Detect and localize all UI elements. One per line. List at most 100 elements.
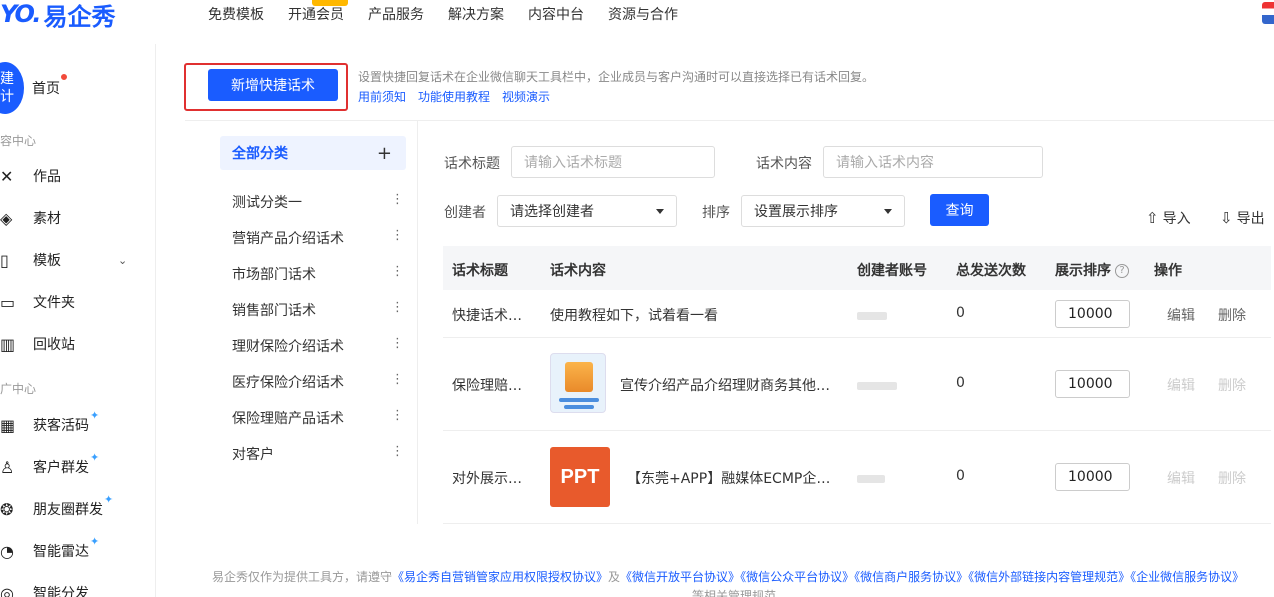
footer-text: 易企秀仅作为提供工具方，请遵守 [212, 570, 393, 584]
add-category-icon[interactable]: + [377, 143, 392, 164]
query-button[interactable]: 查询 [930, 194, 989, 226]
sidebar-item-materials[interactable]: ◈ 素材 [0, 206, 156, 230]
sidebar-item-label: 获客活码 [33, 418, 89, 434]
nav-solutions[interactable]: 解决方案 [448, 4, 504, 24]
thumbnail-bar [559, 398, 599, 402]
create-design-button[interactable]: 建 计 [0, 62, 24, 114]
sort-select[interactable]: 设置展示排序 [741, 195, 905, 227]
link-video-demo[interactable]: 视频演示 [502, 88, 550, 105]
creator-filter-label: 创建者 [444, 205, 486, 221]
add-quick-script-button[interactable]: 新增快捷话术 [208, 69, 338, 101]
more-icon[interactable]: ⋮ [391, 228, 404, 243]
category-item[interactable]: 市场部门话术 ⋮ [232, 264, 404, 284]
sidebar-item-works[interactable]: ✕ 作品 [0, 164, 156, 188]
category-item[interactable]: 保险理赔产品话术 ⋮ [232, 408, 404, 428]
main-nav: 免费模板 开通会员 产品服务 解决方案 内容中台 资源与合作 [208, 0, 678, 24]
section-label-promotion: 广中心 [0, 382, 37, 396]
import-button[interactable]: ⇧ 导入 [1146, 208, 1191, 228]
cell-count: 0 [956, 468, 965, 484]
more-icon[interactable]: ⋮ [391, 372, 404, 387]
title-search-input[interactable]: 请输入话术标题 [511, 146, 715, 178]
category-item[interactable]: 对客户 ⋮ [232, 444, 404, 464]
category-item-label: 测试分类一 [232, 195, 302, 211]
content-search-input[interactable]: 请输入话术内容 [823, 146, 1043, 178]
category-all[interactable]: 全部分类 + [220, 136, 406, 170]
more-icon[interactable]: ⋮ [391, 408, 404, 423]
sidebar-item-smart-radar[interactable]: ◔ 智能雷达 ✦ [0, 535, 156, 563]
sidebar-item-label: 朋友圈群发 [33, 502, 103, 518]
creator-select[interactable]: 请选择创建者 [497, 195, 677, 227]
sidebar-item-home[interactable]: 首页 [32, 78, 60, 98]
sidebar-item-label: 模板 [33, 253, 61, 269]
sidebar-item-smart-distribute[interactable]: ◎ 智能分发 [0, 581, 156, 597]
sidebar-item-recycle[interactable]: ▥ 回收站 [0, 332, 156, 356]
edit-button[interactable]: 编辑 [1167, 468, 1195, 488]
category-item[interactable]: 测试分类一 ⋮ [232, 192, 404, 212]
more-icon[interactable]: ⋮ [391, 192, 404, 207]
category-item-label: 销售部门话术 [232, 303, 316, 319]
help-icon[interactable]: ? [1115, 264, 1129, 278]
page-description: 设置快捷回复话术在企业微信聊天工具栏中，企业成员与客户沟通时可以直接选择已有话术… [358, 70, 875, 84]
category-item[interactable]: 医疗保险介绍话术 ⋮ [232, 372, 404, 392]
more-icon[interactable]: ⋮ [391, 444, 404, 459]
sidebar-item-folder[interactable]: ▭ 文件夹 [0, 290, 156, 314]
user-group-icon: ♙ [0, 457, 15, 477]
footer-link[interactable]: 《微信商户服务协议》 [854, 570, 968, 584]
sidebar-item-lead-qrcode[interactable]: ▦ 获客活码 ✦ [0, 409, 156, 437]
nav-content-center[interactable]: 内容中台 [528, 4, 584, 24]
sidebar-item-templates[interactable]: ▯ 模板 ⌄ [0, 248, 156, 272]
cell-content: 宣传介绍产品介绍理财商务其他… [620, 378, 830, 394]
section-label-content: 容中心 [0, 134, 37, 148]
table-row: 对外展示… PPT 【东莞+APP】融媒体ECMP企… 0 10000 编辑 删… [443, 431, 1271, 524]
works-icon: ✕ [0, 166, 14, 186]
title-filter-label: 话术标题 [444, 156, 500, 172]
folder-icon: ▭ [0, 292, 16, 312]
footer-link[interactable]: 《微信开放平台协议》 [620, 570, 740, 584]
edit-button[interactable]: 编辑 [1167, 375, 1195, 395]
delete-button[interactable]: 删除 [1218, 305, 1246, 325]
footer-link[interactable]: 《易企秀自营销管家应用权限授权协议》 [392, 570, 608, 584]
sidebar-item-customer-broadcast[interactable]: ♙ 客户群发 ✦ [0, 451, 156, 479]
radar-icon: ◔ [0, 541, 14, 561]
delete-button[interactable]: 删除 [1218, 468, 1246, 488]
link-usage-notes[interactable]: 用前须知 [358, 88, 406, 105]
category-item-label: 理财保险介绍话术 [232, 339, 344, 355]
sort-input[interactable]: 10000 [1055, 370, 1130, 398]
sidebar-item-label: 智能雷达 [33, 544, 89, 560]
nav-products[interactable]: 产品服务 [368, 4, 424, 24]
link-tutorial[interactable]: 功能使用教程 [418, 88, 490, 105]
more-icon[interactable]: ⋮ [391, 264, 404, 279]
column-header: 总发送次数 [956, 263, 1026, 279]
logo-text: 易企秀 [43, 2, 116, 31]
moments-icon: ❂ [0, 499, 14, 519]
nav-membership[interactable]: 开通会员 [288, 0, 348, 24]
more-icon[interactable]: ⋮ [391, 300, 404, 315]
category-item[interactable]: 理财保险介绍话术 ⋮ [232, 336, 404, 356]
footer-link[interactable]: 《微信外部链接内容管理规范》 [968, 570, 1130, 584]
user-avatar[interactable] [1262, 2, 1274, 24]
table-header: 话术标题 话术内容 创建者账号 总发送次数 展示排序? 操作 [443, 246, 1271, 290]
help-links: 用前须知 功能使用教程 视频演示 [358, 88, 550, 105]
footer-link[interactable]: 《企业微信服务协议》 [1130, 570, 1244, 584]
sort-input[interactable]: 10000 [1055, 300, 1130, 328]
cell-content: 【东莞+APP】融媒体ECMP企… [627, 471, 831, 487]
sidebar-item-moments-broadcast[interactable]: ❂ 朋友圈群发 ✦ [0, 493, 156, 521]
category-item-label: 医疗保险介绍话术 [232, 375, 344, 391]
nav-resources[interactable]: 资源与合作 [608, 4, 678, 24]
edit-button[interactable]: 编辑 [1167, 305, 1195, 325]
logo[interactable]: YO. 易企秀 [0, 0, 116, 31]
nav-free-templates[interactable]: 免费模板 [208, 4, 264, 24]
category-item[interactable]: 销售部门话术 ⋮ [232, 300, 404, 320]
layers-icon: ◈ [0, 208, 13, 228]
delete-button[interactable]: 删除 [1218, 375, 1246, 395]
category-item[interactable]: 营销产品介绍话术 ⋮ [232, 228, 404, 248]
thumbnail-bar [564, 405, 594, 409]
export-button[interactable]: ⇩ 导出 [1220, 208, 1265, 228]
sort-input[interactable]: 10000 [1055, 463, 1130, 491]
download-icon: ⇩ [1220, 209, 1233, 227]
table-row: 保险理赔… 宣传介绍产品介绍理财商务其他… 0 10000 编辑 删除 [443, 338, 1271, 431]
sparkle-icon: ✦ [90, 535, 100, 548]
more-icon[interactable]: ⋮ [391, 336, 404, 351]
footer-link[interactable]: 《微信公众平台协议》 [740, 570, 854, 584]
upload-icon: ⇧ [1146, 209, 1159, 227]
